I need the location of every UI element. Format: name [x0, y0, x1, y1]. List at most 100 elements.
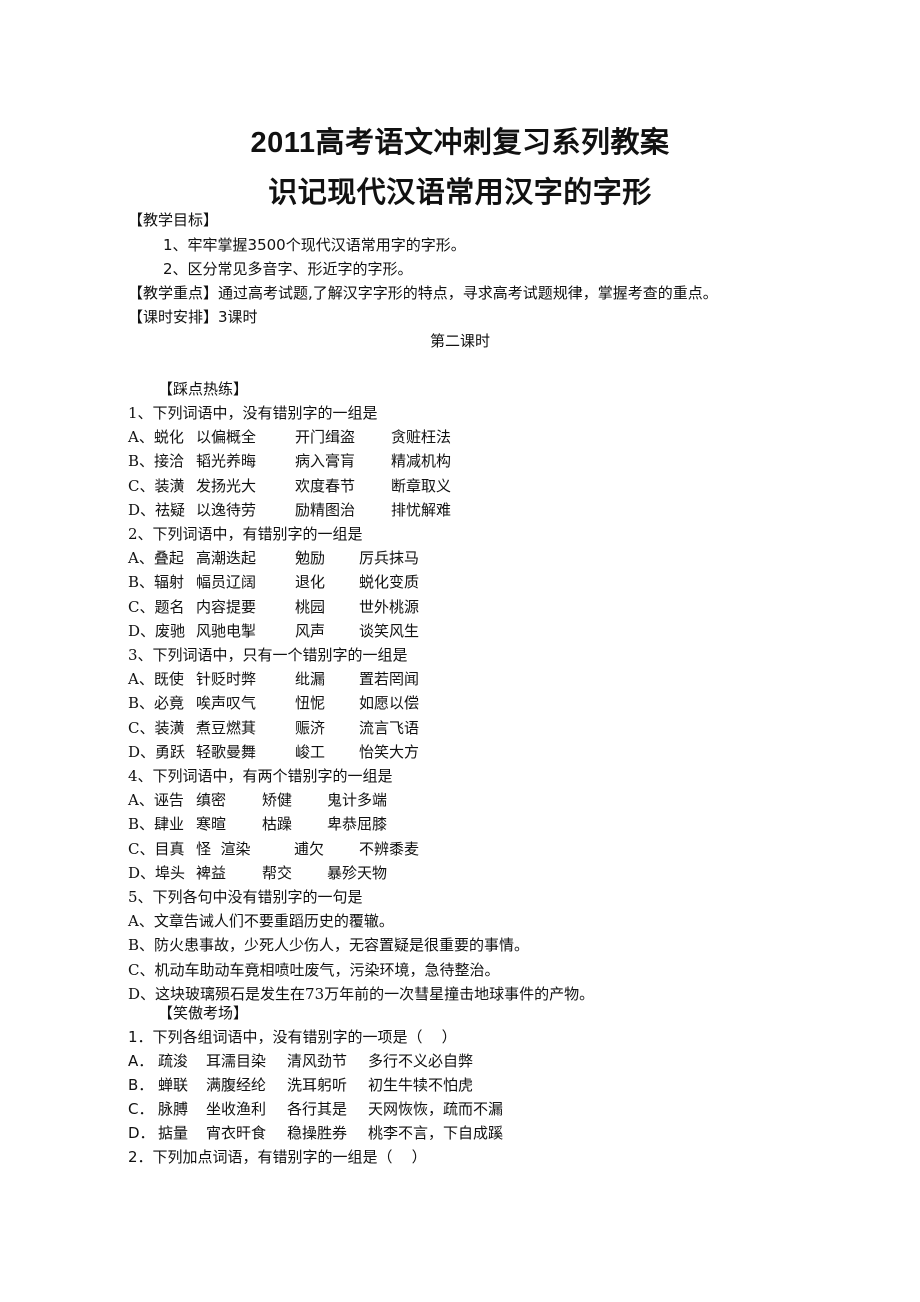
schedule-line: 【课时安排】3课时 [128, 308, 258, 326]
question-stem: 5、下列各句中没有错别字的一句是 [128, 888, 363, 906]
exam-q1-stem: 1．下列各组词语中，没有错别字的一项是（ ） [128, 1028, 457, 1046]
question-stem: 1、下列词语中，没有错别字的一组是 [128, 404, 378, 422]
option-word: 欢度春节 [295, 476, 356, 495]
option-word: 疏浚 [158, 1052, 189, 1070]
option-word: 多行不义必自弊 [368, 1052, 474, 1070]
option-word: 置若罔闻 [359, 670, 420, 689]
option-word: 退化 [295, 573, 326, 592]
option-word: 以逸待劳 [196, 500, 257, 519]
option-word: 韬光养晦 [196, 452, 257, 471]
objective-item: 1、牢牢掌握3500个现代汉语常用字的字形。 [163, 236, 466, 254]
option-sentence: C、机动车助动车竟相喷吐废气，污染环境，急待整治。 [128, 960, 500, 979]
objective-item: 2、区分常见多音字、形近字的字形。 [163, 260, 413, 278]
option-word: 帮交 [262, 863, 293, 882]
option-word: 矫健 [262, 791, 293, 810]
option-word: 排忧解难 [391, 500, 452, 519]
option-word: 幅员辽阔 [196, 573, 257, 592]
option-word: 桃李不言，下自成蹊 [368, 1124, 504, 1142]
option-word: 流言飞语 [359, 718, 420, 737]
option-label: D、废驰 [128, 621, 186, 640]
option-word: 裨益 [196, 863, 227, 882]
option-word: 天网恢恢，疏而不漏 [368, 1100, 504, 1118]
option-word: 唉声叹气 [196, 694, 257, 713]
option-word: 稳操胜券 [287, 1124, 348, 1142]
option-word: 蜕化变质 [359, 573, 420, 592]
option-label: D、勇跃 [128, 742, 186, 761]
option-word: 脉膊 [158, 1100, 189, 1118]
option-word: 煮豆燃萁 [196, 718, 257, 737]
option-label: B、必竟 [128, 694, 185, 713]
exam-heading: 【笑傲考场】 [158, 1004, 249, 1022]
option-word: 桃园 [295, 597, 326, 616]
option-label: C、装潢 [128, 718, 185, 737]
option-sentence: B、防火患事故，少死人少伤人，无容置疑是很重要的事情。 [128, 936, 530, 955]
option-word: 掂量 [158, 1124, 189, 1142]
option-word: 不辨黍麦 [359, 839, 420, 858]
option-word: 发扬光大 [196, 476, 257, 495]
question-stem: 3、下列词语中，只有一个错别字的一组是 [128, 646, 408, 664]
option-word: 开门缉盗 [295, 428, 356, 447]
option-label: D． [128, 1124, 155, 1142]
objectives-heading: 【教学目标】 [128, 211, 219, 229]
practice-heading: 【踩点热练】 [158, 380, 249, 398]
option-label: C、装潢 [128, 476, 185, 495]
option-label: B、肆业 [128, 815, 185, 834]
option-word: 耳濡目染 [206, 1052, 267, 1070]
option-label: A、既使 [128, 670, 184, 689]
option-word: 世外桃源 [359, 597, 420, 616]
option-word: 病入膏肓 [295, 452, 356, 471]
option-word: 赈济 [295, 718, 326, 737]
option-sentence: A、文章告诫人们不要重蹈历史的覆辙。 [128, 912, 394, 931]
option-word: 怡笑大方 [359, 742, 420, 761]
option-word: 峻工 [295, 742, 326, 761]
option-word: 洗耳躬听 [287, 1076, 348, 1094]
option-word: 纰漏 [295, 670, 326, 689]
option-word: 初生牛犊不怕虎 [368, 1076, 474, 1094]
option-word: 高潮迭起 [196, 549, 257, 568]
option-word: 坐收渔利 [206, 1100, 267, 1118]
option-word: 如愿以偿 [359, 694, 420, 713]
option-word: 忸怩 [295, 694, 326, 713]
option-word: 满腹经纶 [206, 1076, 267, 1094]
option-word: 清风劲节 [287, 1052, 348, 1070]
option-word: 轻歌曼舞 [196, 742, 257, 761]
option-label: C、目真 [128, 839, 185, 858]
question-stem: 4、下列词语中，有两个错别字的一组是 [128, 767, 393, 785]
option-word: 精减机构 [391, 452, 452, 471]
exam-q2-stem: 2．下列加点词语，有错别字的一组是（ ） [128, 1148, 427, 1166]
doc-title: 2011高考语文冲刺复习系列教案 [250, 127, 670, 159]
option-word: 逋欠 [294, 839, 325, 858]
option-label: D、埠头 [128, 863, 186, 882]
option-label: B、辐射 [128, 573, 185, 592]
option-word: 内容提要 [196, 597, 257, 616]
option-label: D、祛疑 [128, 500, 186, 519]
option-word: 缜密 [196, 791, 227, 810]
doc-subtitle: 识记现代汉语常用汉字的字形 [268, 177, 652, 209]
option-word: 怪 渲染 [196, 839, 251, 858]
option-label: C． [128, 1100, 154, 1118]
question-stem: 2、下列词语中，有错别字的一组是 [128, 525, 363, 543]
option-word: 各行其是 [287, 1100, 348, 1118]
option-sentence: D、这块玻璃殒石是发生在73万年前的一次彗星撞击地球事件的产物。 [128, 984, 595, 1003]
option-word: 暴殄天物 [327, 863, 388, 882]
option-word: 针贬时弊 [196, 670, 257, 689]
option-label: A、诬告 [128, 791, 184, 810]
option-word: 风驰电掣 [196, 621, 257, 640]
option-label: A、蜕化 [128, 428, 184, 447]
option-word: 枯躁 [262, 815, 293, 834]
document-page: 2011高考语文冲刺复习系列教案 识记现代汉语常用汉字的字形 【教学目标】 1、… [0, 0, 920, 1302]
option-label: A． [128, 1052, 154, 1070]
option-word: 以偏概全 [196, 428, 257, 447]
option-word: 励精图治 [295, 500, 356, 519]
focus-line: 【教学重点】通过高考试题,了解汉字字形的特点，寻求高考试题规律，掌握考查的重点。 [128, 284, 718, 302]
option-word: 卑恭屈膝 [327, 815, 388, 834]
option-label: B． [128, 1076, 154, 1094]
option-word: 鬼计多端 [327, 791, 388, 810]
option-label: B、接洽 [128, 452, 185, 471]
option-word: 勉励 [295, 549, 326, 568]
option-word: 宵衣旰食 [206, 1124, 267, 1142]
lesson-label: 第二课时 [429, 332, 490, 350]
option-label: A、叠起 [128, 549, 184, 568]
option-word: 厉兵抹马 [359, 549, 420, 568]
option-word: 谈笑风生 [359, 621, 420, 640]
